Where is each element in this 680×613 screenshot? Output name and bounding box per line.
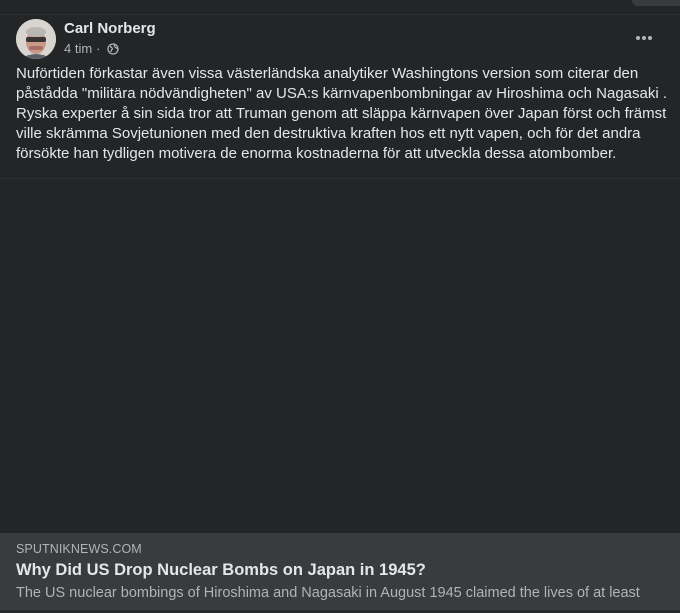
- post-card: Carl Norberg 4 tim · Nuförtiden förkasta…: [0, 0, 680, 613]
- more-options-button[interactable]: [630, 24, 658, 52]
- link-preview[interactable]: SPUTNIKNEWS.COM Why Did US Drop Nuclear …: [0, 533, 680, 613]
- previous-post-edge: [0, 0, 680, 15]
- post-text: Nuförtiden förkastar även vissa västerlä…: [16, 65, 668, 162]
- link-preview-image[interactable]: [0, 178, 680, 533]
- globe-icon: [106, 42, 119, 55]
- link-domain: SPUTNIKNEWS.COM: [16, 542, 142, 556]
- avatar[interactable]: [16, 19, 56, 59]
- more-options-icon: [636, 36, 652, 40]
- author-name[interactable]: Carl Norberg: [64, 20, 156, 37]
- avatar-photo: [16, 19, 56, 59]
- meta-separator: ·: [96, 41, 101, 56]
- post-meta: 4 tim ·: [64, 41, 119, 56]
- top-tab: [632, 0, 680, 6]
- post-time[interactable]: 4 tim: [64, 41, 92, 56]
- link-description: The US nuclear bombings of Hiroshima and…: [16, 585, 640, 601]
- post-header: Carl Norberg 4 tim ·: [16, 18, 664, 62]
- link-title[interactable]: Why Did US Drop Nuclear Bombs on Japan i…: [16, 561, 426, 580]
